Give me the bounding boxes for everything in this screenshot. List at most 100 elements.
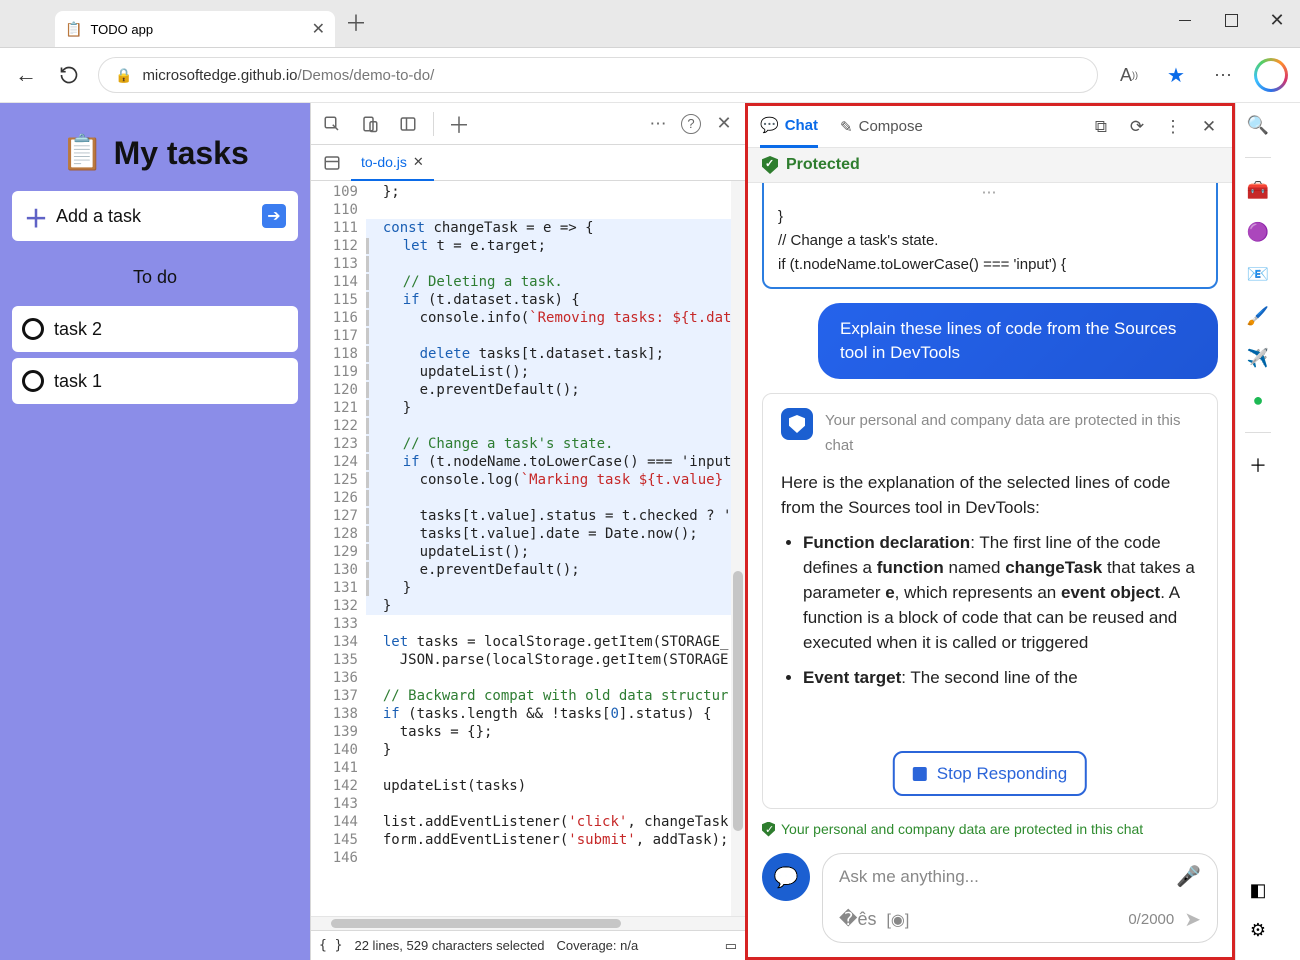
close-icon[interactable]: ✕ [1198, 116, 1220, 138]
url-domain: microsoftedge.github.io [142, 67, 297, 84]
vertical-scrollbar[interactable] [731, 181, 745, 916]
assistant-response: Your personal and company data are prote… [762, 393, 1218, 809]
devtools-panel: ＋ ⋯ ? ✕ to-do.js ✕ 109 110 111 112 113 1… [310, 103, 745, 960]
new-topic-button[interactable] [762, 853, 810, 901]
telegram-icon[interactable]: ✈️ [1244, 344, 1272, 372]
code-line: } [778, 205, 1202, 229]
image-input-icon[interactable]: �ês [839, 909, 876, 930]
protected-label: Protected [786, 156, 860, 174]
page-icon: 📋 [65, 21, 82, 38]
add-tab-icon[interactable]: ＋ [444, 109, 474, 139]
copilot-input-area: Ask me anything... 🎤 �ês [◉] 0/2000 ➤ [748, 843, 1232, 957]
nav-refresh-button[interactable] [55, 61, 83, 89]
open-external-icon[interactable]: ⧉ [1090, 116, 1112, 138]
submit-task-button[interactable]: ➔ [262, 204, 286, 228]
divider [433, 112, 434, 136]
copilot-tab-compose[interactable]: ✎ Compose [840, 106, 923, 148]
footer-privacy-note: Your personal and company data are prote… [748, 815, 1232, 843]
task-checkbox-icon[interactable] [22, 370, 44, 392]
tab-close-icon[interactable]: ✕ [312, 19, 325, 39]
code-line: if (t.nodeName.toLowerCase() === 'input'… [778, 253, 1202, 277]
nav-back-button[interactable] [12, 61, 40, 89]
menu-icon[interactable]: ⋮ [1162, 116, 1184, 138]
browser-tab[interactable]: 📋 TODO app ✕ [55, 11, 335, 47]
window-maximize-button[interactable] [1208, 0, 1254, 40]
window-close-button[interactable]: ✕ [1254, 0, 1300, 40]
lock-icon: 🔒 [115, 67, 132, 84]
source-code-area[interactable]: 109 110 111 112 113 114 115 116 117 118 … [311, 181, 745, 916]
devtools-statusbar: { } 22 lines, 529 characters selected Co… [311, 930, 745, 960]
horizontal-scrollbar[interactable] [311, 916, 745, 930]
task-item[interactable]: task 1 [12, 358, 298, 404]
spotify-icon[interactable]: ● [1244, 386, 1272, 414]
new-tab-button[interactable]: ＋ [345, 6, 367, 38]
shield-icon [762, 156, 778, 174]
copilot-tab-chat[interactable]: 💬 Chat [760, 106, 818, 148]
mic-icon[interactable]: 🎤 [1176, 864, 1201, 889]
chat-input[interactable]: Ask me anything... 🎤 �ês [◉] 0/2000 ➤ [822, 853, 1218, 943]
response-list: Function declaration: The first line of … [803, 530, 1199, 690]
inspect-icon[interactable] [317, 109, 347, 139]
tab-label: Compose [859, 118, 923, 135]
sidebar-toggle-icon[interactable]: ◧ [1244, 876, 1272, 904]
browser-toolbar: 🔒 microsoftedge.github.io/Demos/demo-to-… [0, 48, 1300, 103]
window-minimize-button[interactable] [1162, 0, 1208, 40]
task-label: task 2 [54, 319, 102, 340]
todo-pane: 📋 My tasks ＋ Add a task ➔ To do task 2 t… [0, 103, 310, 960]
search-icon[interactable]: 🔍 [1244, 111, 1272, 139]
devtools-close-icon[interactable]: ✕ [709, 109, 739, 139]
edge-sidebar: 🔍 🧰 🟣 📧 🖌️ ✈️ ● ＋ ◧ ⚙ [1235, 103, 1280, 960]
response-intro: Here is the explanation of the selected … [781, 470, 1199, 520]
url-bar[interactable]: 🔒 microsoftedge.github.io/Demos/demo-to-… [98, 57, 1098, 93]
designer-icon[interactable]: 🖌️ [1244, 302, 1272, 330]
favorite-icon[interactable]: ★ [1160, 59, 1192, 91]
copilot-panel: 💬 Chat ✎ Compose ⧉ ⟳ ⋮ ✕ Protected ⋯ } /… [745, 103, 1235, 960]
office-icon[interactable]: 🟣 [1244, 218, 1272, 246]
scroll-thumb[interactable] [331, 919, 621, 928]
add-task-placeholder: Add a task [56, 206, 141, 227]
add-task-input[interactable]: ＋ Add a task ➔ [12, 191, 298, 241]
refresh-icon[interactable]: ⟳ [1126, 116, 1148, 138]
copilot-conversation: ⋯ } // Change a task's state. if (t.node… [748, 183, 1232, 815]
char-count: 0/2000 [1128, 911, 1174, 928]
code-line: // Change a task's state. [778, 229, 1202, 253]
settings-icon[interactable]: ⚙ [1244, 916, 1272, 944]
user-message: Explain these lines of code from the Sou… [818, 303, 1218, 379]
task-item[interactable]: task 2 [12, 306, 298, 352]
format-icon[interactable]: { } [319, 938, 342, 953]
code-content[interactable]: }; const changeTask = e => { let t = e.t… [366, 181, 745, 916]
coverage-status: Coverage: n/a [557, 938, 639, 953]
dock-icon[interactable] [393, 109, 423, 139]
device-icon[interactable] [355, 109, 385, 139]
task-checkbox-icon[interactable] [22, 318, 44, 340]
task-list: task 2 task 1 [12, 306, 298, 404]
stop-label: Stop Responding [937, 761, 1067, 786]
chat-icon: 💬 [760, 116, 779, 134]
stop-responding-button[interactable]: Stop Responding [893, 751, 1087, 796]
status-device-icon[interactable]: ▭ [725, 938, 737, 954]
todo-title-text: My tasks [114, 135, 249, 172]
more-tabs-icon[interactable]: ⋯ [643, 109, 673, 139]
todo-section-label: To do [133, 267, 177, 288]
more-icon[interactable]: ⋯ [1207, 59, 1239, 91]
file-tab-close-icon[interactable]: ✕ [413, 154, 424, 170]
compose-icon: ✎ [840, 118, 853, 136]
file-nav-icon[interactable] [317, 148, 347, 178]
clipboard-icon: 📋 [61, 133, 103, 173]
help-icon[interactable]: ? [681, 114, 701, 134]
plus-icon: ＋ [24, 199, 48, 234]
image-input-icon[interactable]: [◉] [886, 910, 909, 930]
tab-title: TODO app [90, 22, 303, 37]
add-sidebar-icon[interactable]: ＋ [1244, 451, 1272, 479]
tools-icon[interactable]: 🧰 [1244, 176, 1272, 204]
scroll-thumb[interactable] [733, 571, 743, 831]
read-aloud-icon[interactable]: A)) [1113, 59, 1145, 91]
file-tab-active[interactable]: to-do.js ✕ [351, 145, 434, 181]
window-controls: ✕ [1162, 0, 1300, 40]
stop-icon [913, 767, 927, 781]
send-icon[interactable]: ➤ [1184, 907, 1201, 932]
task-label: task 1 [54, 371, 102, 392]
input-placeholder: Ask me anything... [839, 867, 1176, 887]
outlook-icon[interactable]: 📧 [1244, 260, 1272, 288]
copilot-button[interactable] [1254, 58, 1288, 92]
